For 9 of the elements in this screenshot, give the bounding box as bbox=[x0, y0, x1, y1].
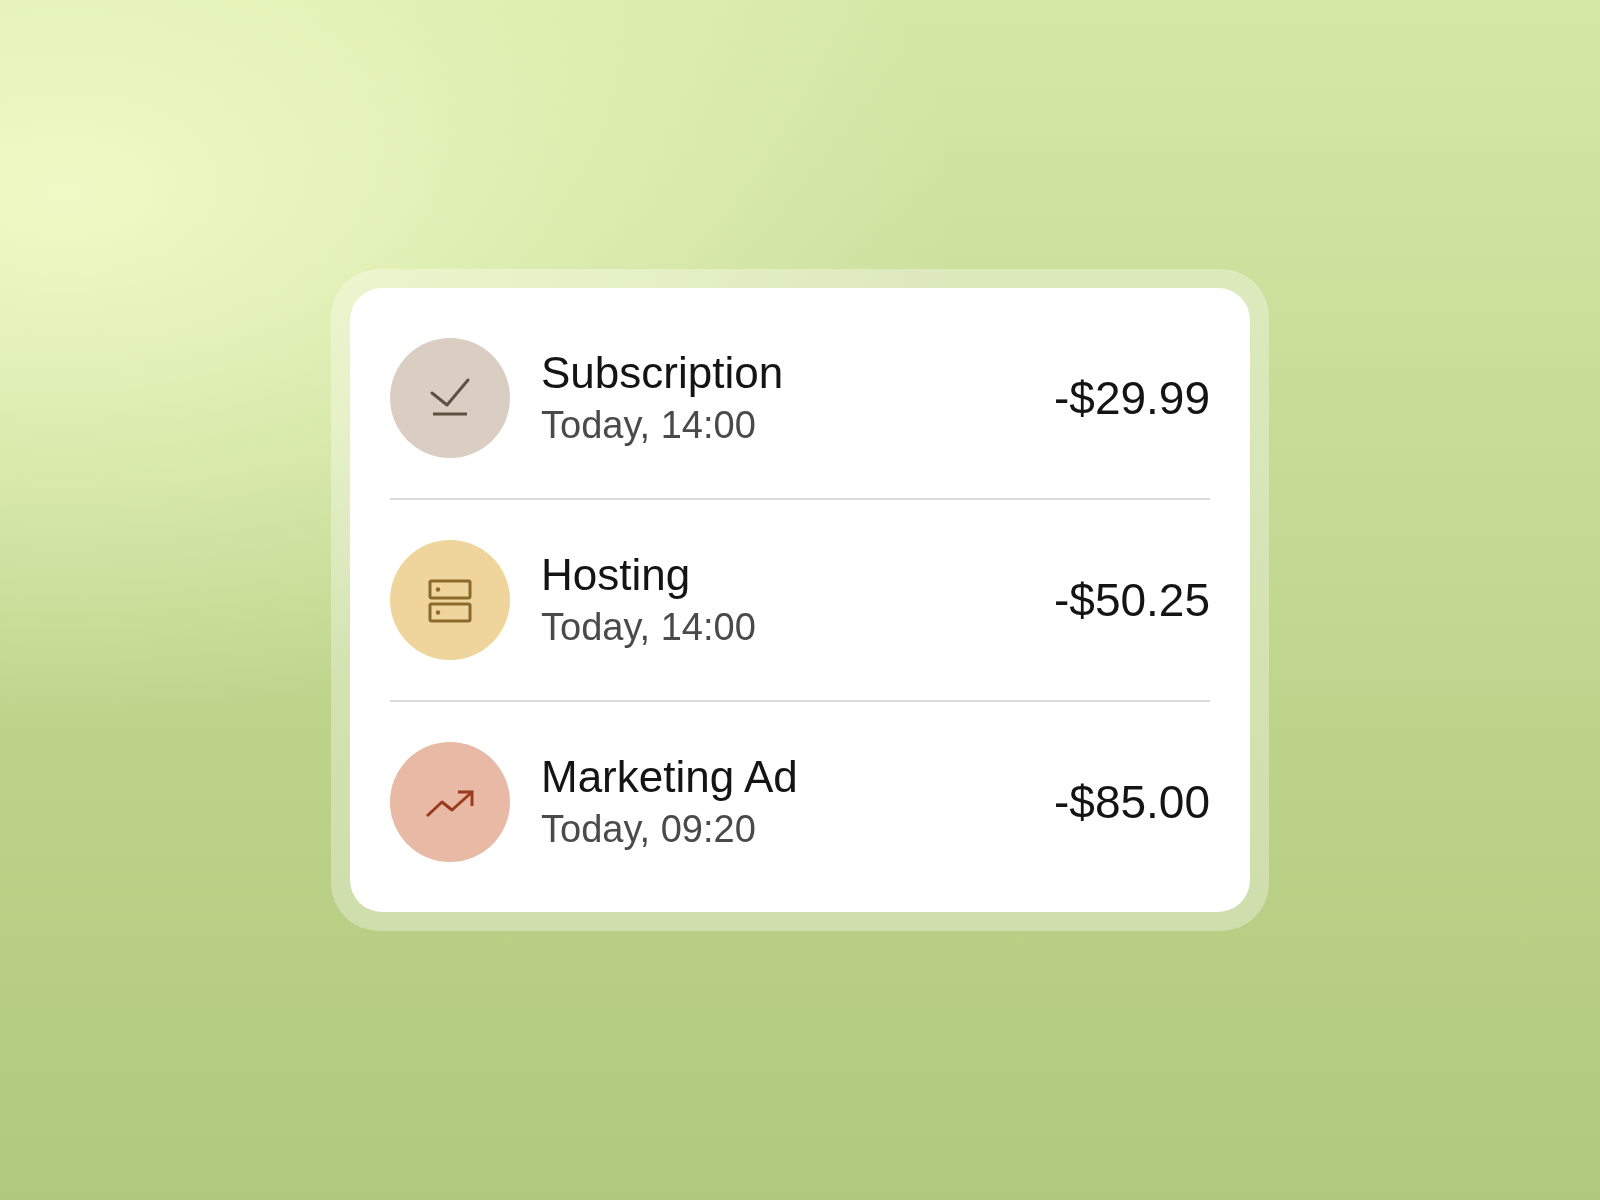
transaction-time: Today, 14:00 bbox=[541, 403, 756, 448]
transaction-time: Today, 14:00 bbox=[541, 605, 756, 650]
transaction-amount: -$50.25 bbox=[1054, 573, 1210, 628]
transaction-time: Today, 09:20 bbox=[541, 807, 756, 852]
transaction-amount: -$85.00 bbox=[1054, 775, 1210, 830]
transaction-title: Marketing Ad bbox=[541, 751, 798, 803]
transaction-amount: -$29.99 bbox=[1054, 371, 1210, 426]
transaction-title: Hosting bbox=[541, 549, 691, 601]
transaction-title: Subscription bbox=[541, 347, 784, 399]
